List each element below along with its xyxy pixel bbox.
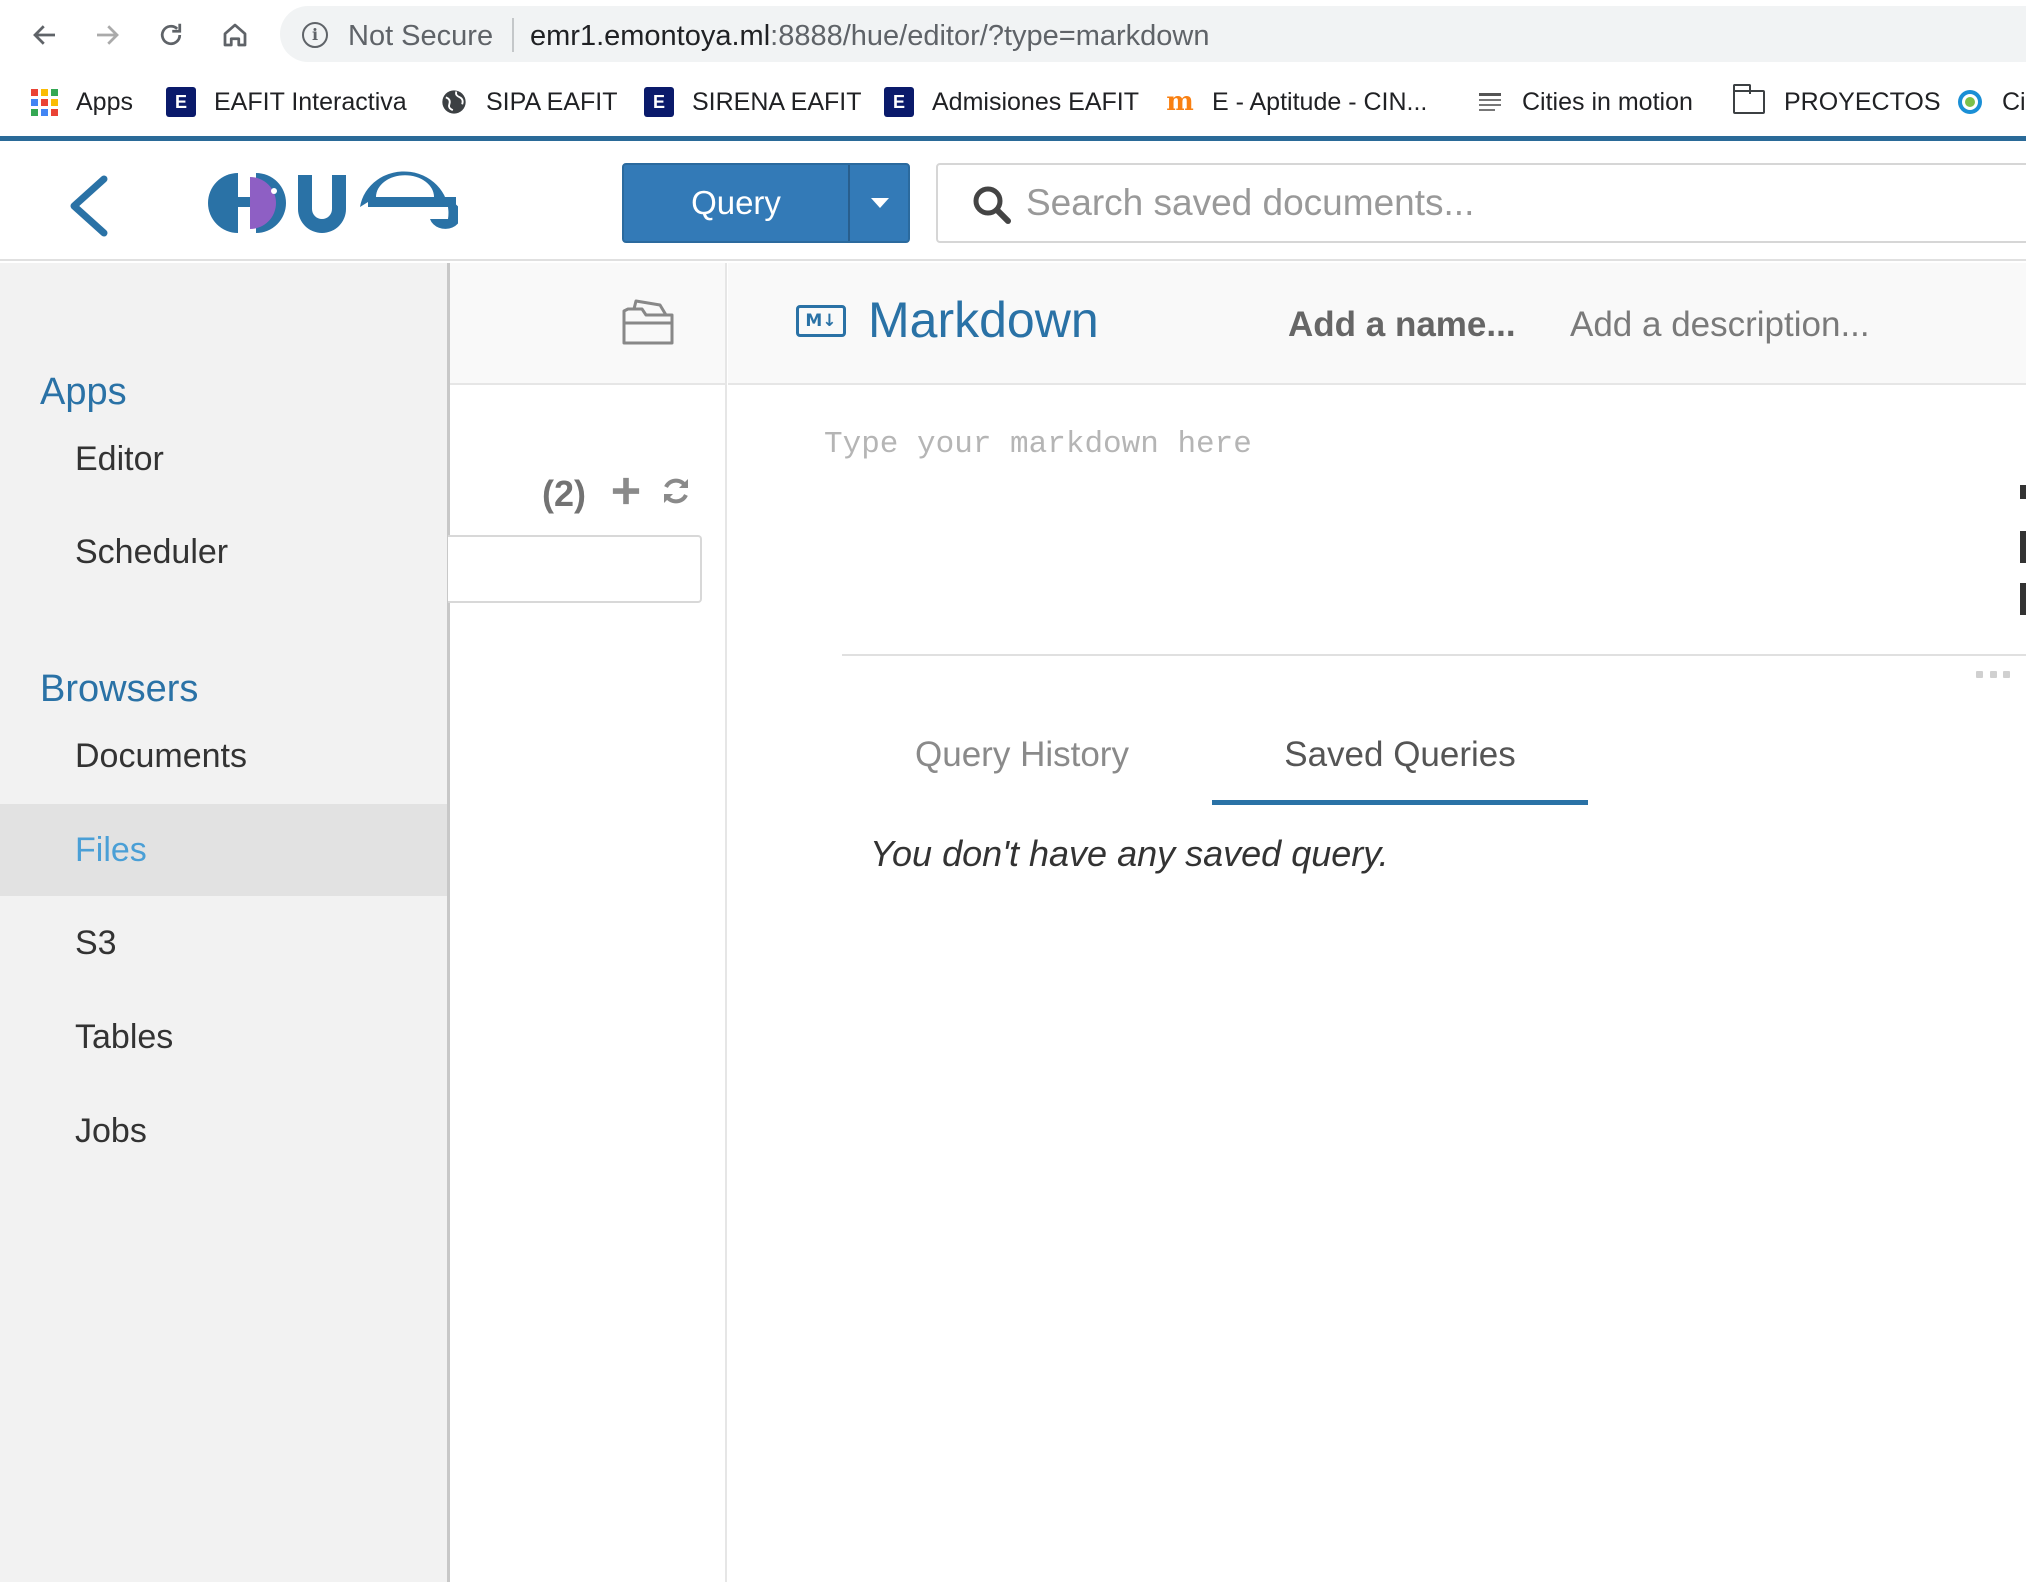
- tab-query-history[interactable]: Query History: [882, 725, 1162, 805]
- address-bar[interactable]: i Not Secure emr1.emontoya.ml:8888/hue/e…: [280, 6, 2026, 62]
- markdown-input[interactable]: [824, 427, 1984, 587]
- globe-icon: [440, 88, 468, 116]
- left-app-nav: Apps Editor Scheduler Browsers Documents…: [0, 263, 450, 1582]
- hue-logo[interactable]: [208, 167, 458, 237]
- nav-item-s3[interactable]: S3: [0, 897, 447, 989]
- query-button-label[interactable]: Query: [624, 165, 848, 241]
- document-search-box[interactable]: [936, 163, 2026, 243]
- url-text[interactable]: emr1.emontoya.ml:8888/hue/editor/?type=m…: [530, 20, 1209, 53]
- security-label[interactable]: Not Secure: [348, 20, 493, 53]
- search-input[interactable]: [1026, 173, 1926, 233]
- moodle-icon: m: [1166, 87, 1194, 117]
- folder-icon: [1732, 84, 1766, 116]
- bookmark-label: Apps: [76, 87, 133, 116]
- eafit-e-icon: E: [644, 87, 674, 117]
- assist-panel: (2): [448, 263, 727, 1582]
- browser-home-button[interactable]: [214, 14, 256, 56]
- bookmark-label: Cities in motion: [1522, 87, 1693, 116]
- bookmark-label: SIRENA EAFIT: [692, 87, 862, 116]
- editor-header: M↓ Markdown Add a name... Add a descript…: [728, 263, 2026, 385]
- iese-icon: [1476, 88, 1504, 116]
- bookmark-cities-in-motion[interactable]: Cities in motion: [1476, 84, 1693, 120]
- assist-panel-header: [450, 263, 725, 385]
- info-icon[interactable]: i: [302, 22, 328, 48]
- bookmark-admisiones-eafit[interactable]: E Admisiones EAFIT: [884, 84, 1139, 120]
- bookmark-ci[interactable]: Ci: [1956, 84, 2026, 120]
- browser-back-button[interactable]: [24, 14, 66, 56]
- add-icon[interactable]: [610, 473, 642, 509]
- chevron-left-icon[interactable]: [64, 175, 114, 237]
- caret-down-icon: [871, 198, 889, 208]
- url-host: emr1.emontoya.ml: [530, 20, 771, 52]
- editor-divider: [842, 654, 2026, 656]
- bookmark-label: Ci: [2002, 87, 2026, 116]
- eafit-e-icon: E: [884, 87, 914, 117]
- refresh-icon[interactable]: [658, 473, 694, 509]
- nav-item-tables[interactable]: Tables: [0, 991, 447, 1083]
- bookmark-label: Admisiones EAFIT: [932, 87, 1140, 116]
- assist-filter-input[interactable]: [448, 535, 702, 603]
- eafit-e-icon: E: [166, 87, 196, 117]
- bookmark-label: SIPA EAFIT: [486, 87, 618, 116]
- circle-app-icon: [1956, 88, 1984, 116]
- bookmark-e-aptitude[interactable]: m E - Aptitude - CIN...: [1166, 84, 1427, 120]
- bookmarks-bar: Apps E EAFIT Interactiva SIPA EAFIT E SI…: [0, 72, 2026, 136]
- empty-saved-queries-message: You don't have any saved query.: [870, 833, 1389, 874]
- arrow-left-icon: [33, 25, 55, 45]
- editor-area: M↓ Markdown Add a name... Add a descript…: [728, 263, 2026, 1582]
- nav-section-browsers: Browsers: [40, 668, 199, 710]
- address-separator: [512, 18, 514, 52]
- markdown-icon: M↓: [796, 305, 846, 337]
- snippet-actions-edge: [2020, 485, 2026, 615]
- bookmark-proyectos[interactable]: PROYECTOS: [1732, 84, 1941, 120]
- folder-open-icon[interactable]: [620, 297, 678, 347]
- nav-item-files[interactable]: Files: [0, 804, 447, 896]
- bookmark-label: E - Aptitude - CIN...: [1212, 87, 1428, 116]
- browser-toolbar: i Not Secure emr1.emontoya.ml:8888/hue/e…: [0, 0, 2026, 70]
- bookmark-label: PROYECTOS: [1784, 87, 1941, 116]
- arrow-right-icon: [97, 25, 119, 45]
- reload-icon: [160, 23, 182, 46]
- url-path: :8888/hue/editor/?type=markdown: [770, 20, 1210, 52]
- bookmark-eafit-interactiva[interactable]: E EAFIT Interactiva: [166, 84, 407, 120]
- tab-saved-queries[interactable]: Saved Queries: [1212, 725, 1588, 805]
- search-icon: [973, 186, 1011, 224]
- query-dropdown-toggle[interactable]: [850, 165, 908, 241]
- home-icon: [223, 23, 247, 47]
- query-name-field[interactable]: Add a name...: [1288, 305, 1516, 345]
- resize-handle-icon[interactable]: [1976, 671, 2010, 679]
- nav-item-documents[interactable]: Documents: [0, 710, 447, 802]
- apps-grid-icon: [30, 88, 58, 116]
- browser-reload-button[interactable]: [150, 14, 192, 56]
- assist-item-count: (2): [542, 473, 586, 514]
- query-button[interactable]: Query: [622, 163, 910, 243]
- bookmark-apps[interactable]: Apps: [30, 84, 133, 120]
- editor-type-title: Markdown: [868, 292, 1099, 348]
- nav-section-apps: Apps: [40, 371, 127, 413]
- bookmark-sirena-eafit[interactable]: E SIRENA EAFIT: [644, 84, 861, 120]
- query-description-field[interactable]: Add a description...: [1570, 305, 1870, 345]
- nav-item-scheduler[interactable]: Scheduler: [0, 506, 447, 598]
- bookmark-sipa-eafit[interactable]: SIPA EAFIT: [440, 84, 618, 120]
- nav-item-jobs[interactable]: Jobs: [0, 1085, 447, 1177]
- bookmark-label: EAFIT Interactiva: [214, 87, 407, 116]
- browser-forward-button[interactable]: [86, 14, 128, 56]
- nav-item-editor[interactable]: Editor: [0, 413, 447, 505]
- hue-header: Query: [0, 141, 2026, 261]
